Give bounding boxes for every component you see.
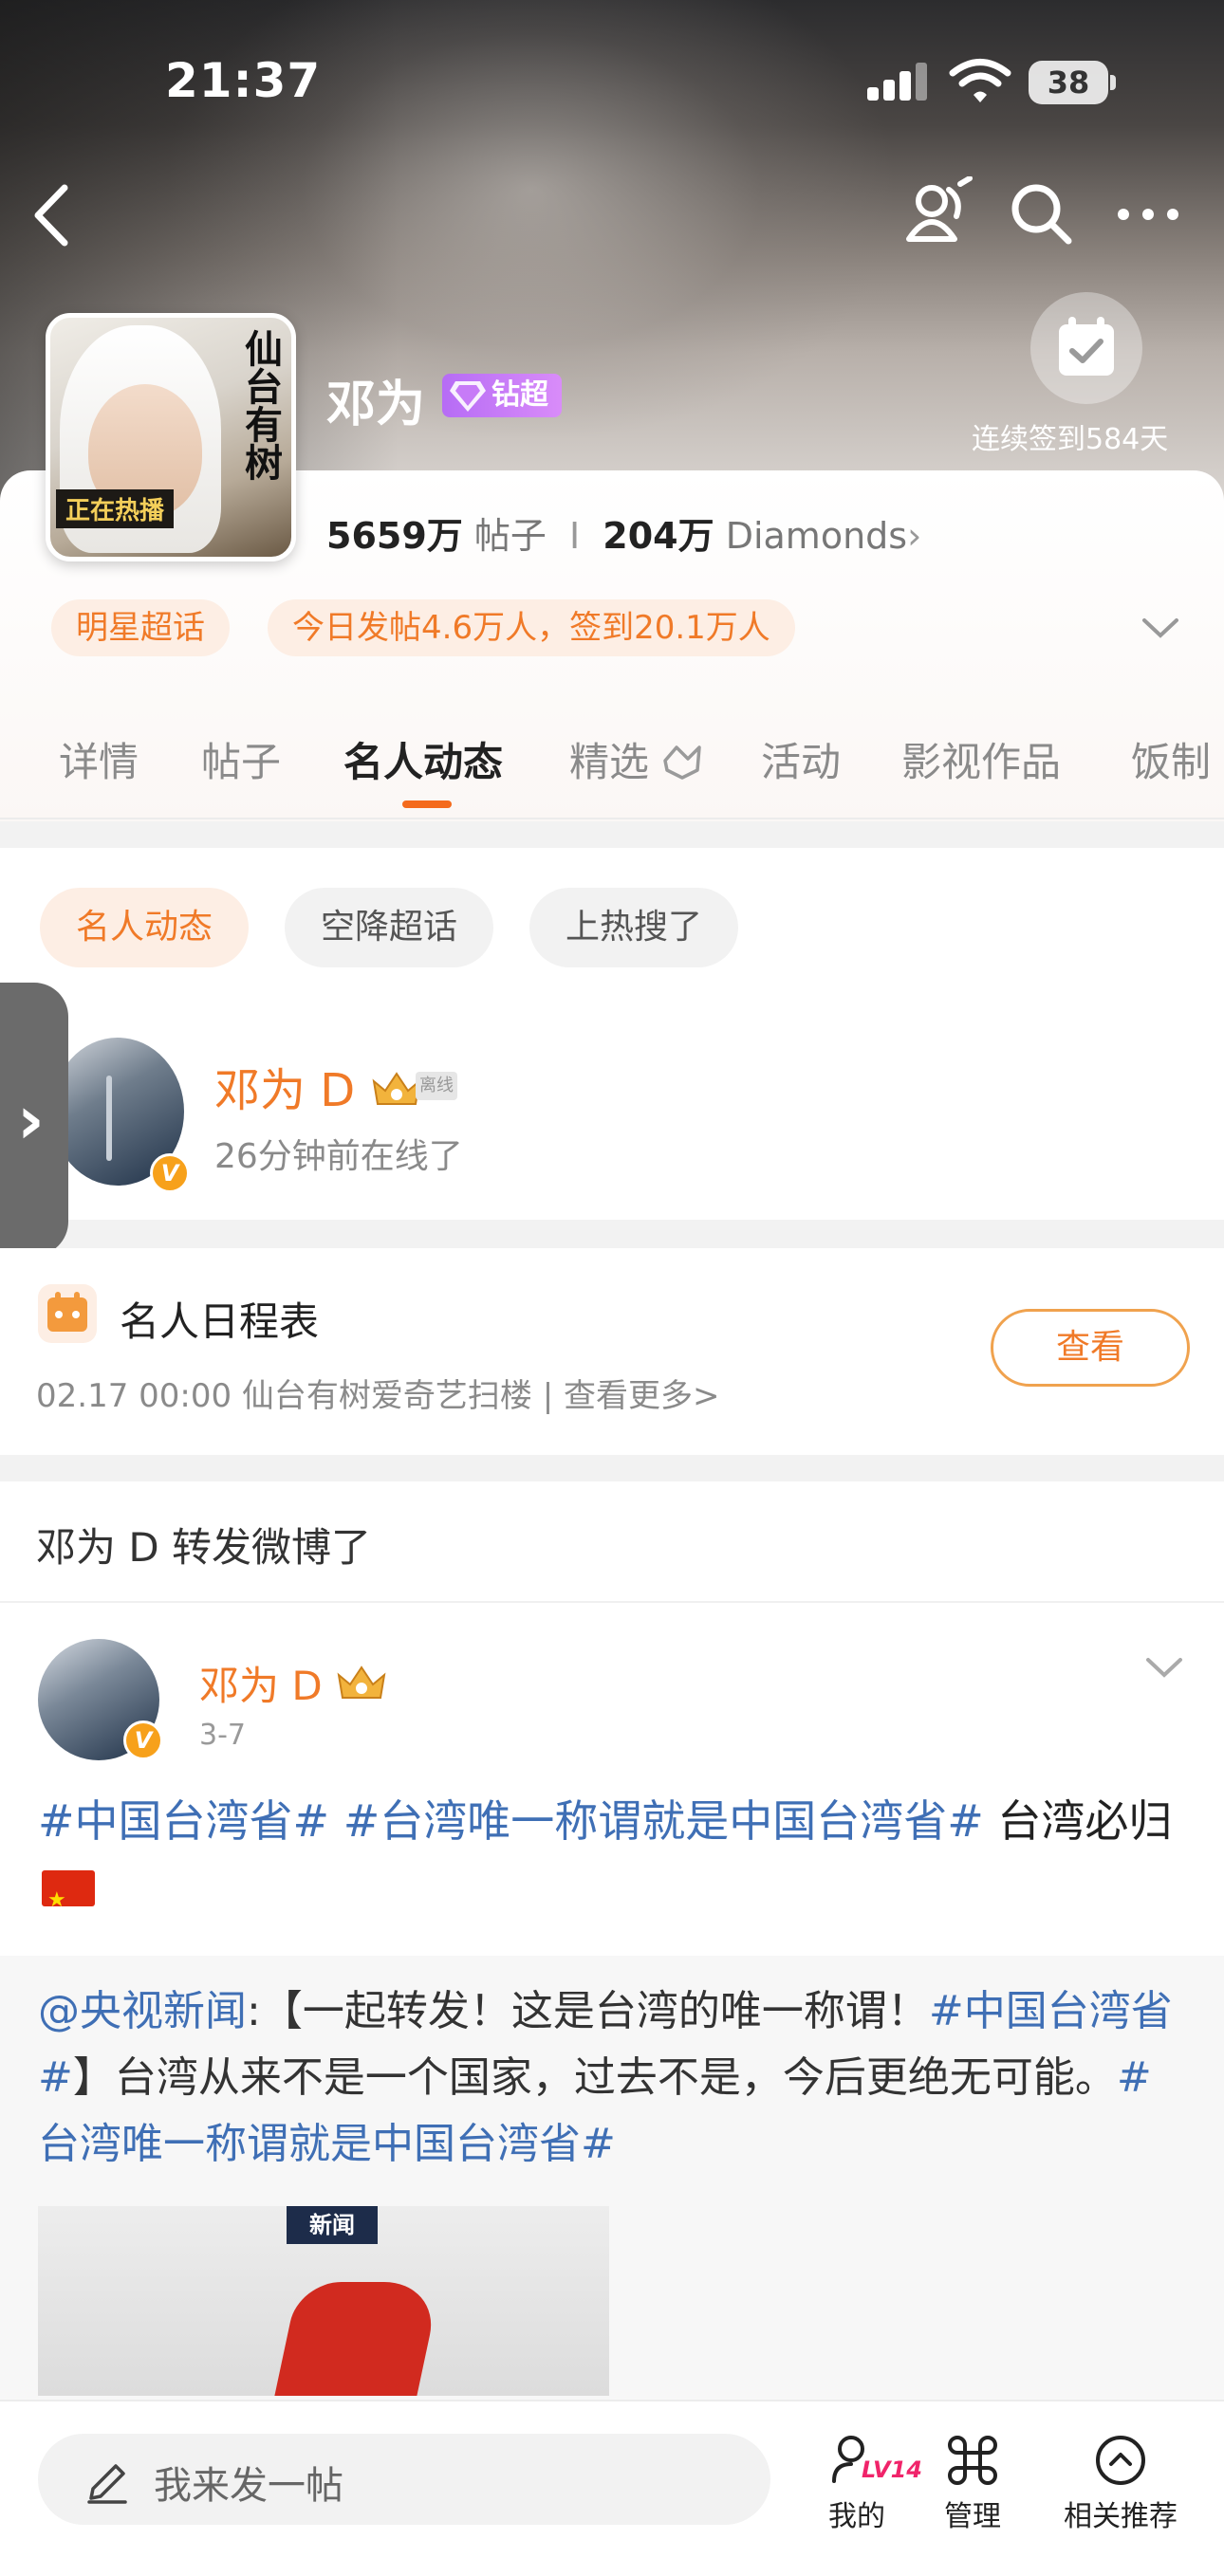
filter-airdrop[interactable]: 空降超话 bbox=[285, 888, 494, 967]
super-badge-label: 钻超 bbox=[491, 378, 548, 412]
verified-badge-icon: V bbox=[123, 1720, 163, 1760]
profile-stats[interactable]: 5659万 帖子 I 204万 Diamonds› bbox=[326, 506, 921, 559]
news-logo: 新闻 bbox=[287, 2206, 378, 2244]
super-badge[interactable]: 钻超 bbox=[442, 374, 562, 417]
divider bbox=[0, 818, 1224, 819]
wifi-icon bbox=[949, 57, 1011, 104]
poster-title: 仙台有树 bbox=[238, 329, 283, 481]
battery-level: 38 bbox=[1029, 61, 1108, 104]
tab-details[interactable]: 详情 bbox=[59, 730, 139, 788]
battery-icon: 38 bbox=[1029, 61, 1116, 104]
arrow-up-circle-icon bbox=[1096, 2436, 1145, 2485]
post-text: #中国台湾省# #台湾唯一称谓就是中国台湾省# 台湾必归 bbox=[38, 1787, 1190, 1935]
celebrity-name-text: 邓为 D bbox=[214, 1064, 356, 1117]
tab-celebrity-updates[interactable]: 名人动态 bbox=[343, 730, 503, 788]
quoted-image[interactable]: 新闻 bbox=[38, 2206, 609, 2396]
china-flag-icon bbox=[42, 1867, 95, 1935]
chevron-down-icon[interactable] bbox=[1139, 611, 1182, 643]
poster-hot-label: 正在热播 bbox=[56, 489, 175, 528]
divider bbox=[0, 1601, 1224, 1603]
chevron-right-icon: › bbox=[17, 1081, 45, 1159]
calendar-icon bbox=[38, 1284, 97, 1343]
tab-activities[interactable]: 活动 bbox=[761, 730, 841, 788]
post-author[interactable]: 邓为 D bbox=[199, 1654, 388, 1712]
diamonds-label: Diamonds bbox=[725, 515, 908, 557]
quoted-text: @央视新闻:【一起转发！这是台湾的唯一称谓！#中国台湾省#】台湾从来不是一个国家… bbox=[38, 1978, 1190, 2178]
posts-count: 5659万 bbox=[326, 515, 463, 557]
active-tab-indicator bbox=[402, 800, 452, 808]
diamond-icon bbox=[450, 381, 486, 412]
bottom-manage[interactable]: 管理 bbox=[911, 2432, 1034, 2546]
tab-film-works[interactable]: 影视作品 bbox=[901, 730, 1061, 788]
back-icon[interactable] bbox=[28, 182, 74, 248]
crown-icon bbox=[337, 1665, 386, 1699]
chevron-down-icon[interactable] bbox=[1142, 1652, 1186, 1681]
schedule-title: 名人日程表 bbox=[120, 1298, 320, 1345]
tag-star-supertopic[interactable]: 明星超话 bbox=[51, 599, 230, 656]
filter-celebrity-updates[interactable]: 名人动态 bbox=[40, 888, 250, 967]
diamonds-count: 204万 bbox=[603, 515, 714, 557]
checkin-button[interactable] bbox=[1030, 292, 1142, 404]
tab-posts[interactable]: 帖子 bbox=[201, 730, 281, 788]
mention-link[interactable]: @央视新闻 bbox=[38, 1987, 247, 2035]
post-body: 台湾必归 bbox=[983, 1795, 1173, 1847]
view-button[interactable]: 查看 bbox=[991, 1309, 1190, 1387]
compose-input[interactable] bbox=[38, 2434, 770, 2525]
bottom-related-label: 相关推荐 bbox=[1064, 2500, 1178, 2533]
online-status: 26分钟前在线了 bbox=[214, 1137, 463, 1176]
quoted-body: :【一起转发！这是台湾的唯一称谓！ bbox=[247, 1987, 929, 2035]
search-icon[interactable] bbox=[1008, 180, 1074, 247]
status-time: 21:37 bbox=[165, 53, 322, 108]
chevron-right-icon: › bbox=[907, 515, 922, 557]
offline-tag: 离线 bbox=[416, 1072, 457, 1100]
bottom-my[interactable]: LV14 我的 bbox=[795, 2432, 922, 2546]
post-time: 3-7 bbox=[199, 1719, 246, 1752]
command-icon bbox=[948, 2436, 997, 2485]
calendar-check-icon bbox=[1059, 317, 1114, 376]
profile-name: 邓为 bbox=[326, 377, 426, 433]
posts-label: 帖子 bbox=[473, 515, 547, 557]
quoted-body: 】台湾从来不是一个国家，过去不是，今后更绝无可能。 bbox=[72, 2053, 1117, 2102]
bottom-my-label: 我的 bbox=[828, 2500, 885, 2533]
schedule-detail[interactable]: 02.17 00:00 仙台有树爱奇艺扫楼 | 查看更多> bbox=[36, 1370, 720, 1416]
ribbon-icon bbox=[663, 745, 702, 780]
checkin-streak: 连续签到584天 bbox=[972, 423, 1169, 456]
celebrity-name[interactable]: 邓为 D bbox=[214, 1053, 423, 1119]
bottom-manage-label: 管理 bbox=[944, 2500, 1001, 2533]
verified-badge-icon: V bbox=[150, 1153, 190, 1193]
repost-label: 邓为 D 转发微博了 bbox=[36, 1524, 372, 1571]
avatar[interactable]: 仙台有树 正在热播 bbox=[46, 313, 296, 561]
tag-daily-stats[interactable]: 今日发帖4.6万人，签到20.1万人 bbox=[268, 599, 795, 656]
tab-featured-label: 精选 bbox=[569, 739, 650, 785]
tab-featured[interactable]: 精选 bbox=[569, 730, 705, 788]
tab-fan-made[interactable]: 饭制 bbox=[1131, 730, 1211, 788]
compose-placeholder[interactable]: 我来发一帖 bbox=[154, 2455, 343, 2510]
filter-trending[interactable]: 上热搜了 bbox=[529, 888, 739, 967]
hashtag-link[interactable]: #中国台湾省# bbox=[38, 1795, 329, 1847]
post-author-text: 邓为 D bbox=[199, 1663, 323, 1709]
more-icon[interactable] bbox=[1118, 199, 1184, 228]
friends-icon[interactable] bbox=[903, 175, 975, 248]
signal-icon bbox=[867, 63, 928, 101]
bottom-related[interactable]: 相关推荐 bbox=[1059, 2432, 1182, 2546]
side-drawer-handle[interactable]: › bbox=[0, 983, 68, 1256]
hashtag-link[interactable]: #台湾唯一称谓就是中国台湾省# bbox=[343, 1795, 984, 1847]
pencil-icon bbox=[87, 2464, 127, 2504]
